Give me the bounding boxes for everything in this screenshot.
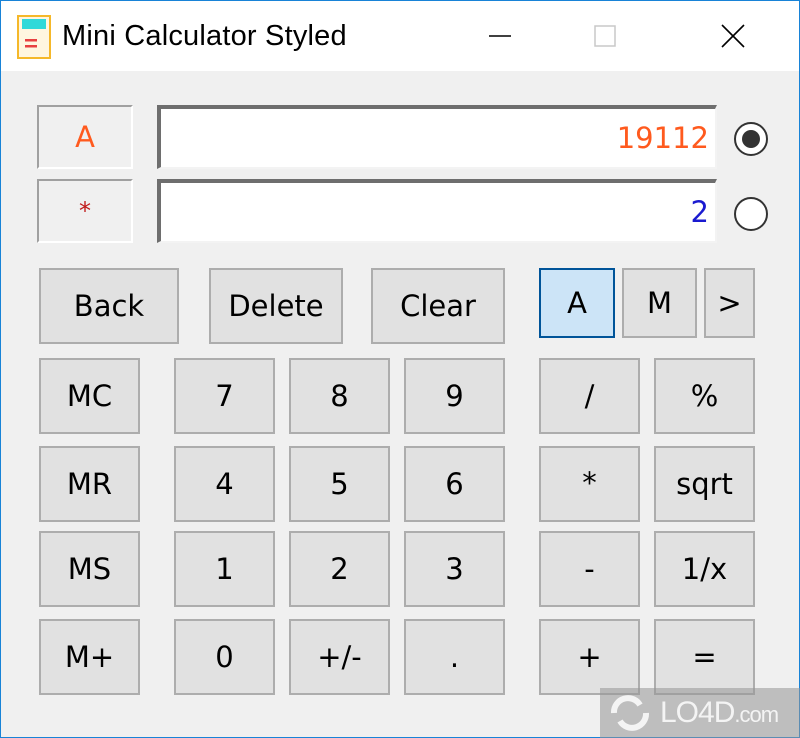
radio-selected-dot <box>742 130 760 148</box>
window-title: Mini Calculator Styled <box>62 20 347 52</box>
maximize-button[interactable] <box>545 1 665 71</box>
memory-store-button[interactable]: MS <box>39 531 140 607</box>
subtract-button[interactable]: - <box>539 531 640 607</box>
digit-2-button[interactable]: 2 <box>289 531 390 607</box>
digit-8-button[interactable]: 8 <box>289 358 390 434</box>
digit-7-button[interactable]: 7 <box>174 358 275 434</box>
register-b-radio[interactable] <box>734 197 768 231</box>
add-button[interactable]: + <box>539 619 640 695</box>
operator-label: * <box>37 179 133 243</box>
digit-6-button[interactable]: 6 <box>404 446 505 522</box>
decimal-button[interactable]: . <box>404 619 505 695</box>
minimize-icon <box>489 35 511 37</box>
digit-4-button[interactable]: 4 <box>174 446 275 522</box>
sqrt-button[interactable]: sqrt <box>654 446 755 522</box>
digit-1-button[interactable]: 1 <box>174 531 275 607</box>
digit-9-button[interactable]: 9 <box>404 358 505 434</box>
divide-button[interactable]: / <box>539 358 640 434</box>
delete-button[interactable]: Delete <box>209 268 343 344</box>
digit-0-button[interactable]: 0 <box>174 619 275 695</box>
watermark-logo-icon <box>611 695 649 731</box>
digit-5-button[interactable]: 5 <box>289 446 390 522</box>
memory-recall-button[interactable]: MR <box>39 446 140 522</box>
calculator-window: Mini Calculator Styled A * 19112 2 Back … <box>0 0 800 738</box>
title-bar[interactable]: Mini Calculator Styled <box>1 1 799 71</box>
memory-add-button[interactable]: M+ <box>39 619 140 695</box>
watermark: LO4D.com <box>600 688 800 738</box>
calculator-app-icon <box>17 15 51 59</box>
mode-m-button[interactable]: M <box>622 268 697 338</box>
mode-next-button[interactable]: > <box>704 268 755 338</box>
memory-clear-button[interactable]: MC <box>39 358 140 434</box>
reciprocal-button[interactable]: 1/x <box>654 531 755 607</box>
watermark-text: LO4D <box>660 696 735 729</box>
register-a-label: A <box>37 105 133 169</box>
register-b-field[interactable]: 2 <box>157 179 717 243</box>
percent-button[interactable]: % <box>654 358 755 434</box>
minimize-button[interactable] <box>441 1 561 71</box>
clear-button[interactable]: Clear <box>371 268 505 344</box>
maximize-icon <box>594 25 616 47</box>
negate-button[interactable]: +/- <box>289 619 390 695</box>
watermark-suffix: .com <box>734 702 779 727</box>
close-icon <box>721 24 745 48</box>
multiply-button[interactable]: * <box>539 446 640 522</box>
register-a-radio[interactable] <box>734 122 768 156</box>
close-button[interactable] <box>673 1 793 71</box>
digit-3-button[interactable]: 3 <box>404 531 505 607</box>
equals-button[interactable]: = <box>654 619 755 695</box>
register-a-field[interactable]: 19112 <box>157 105 717 169</box>
mode-a-button[interactable]: A <box>539 268 615 338</box>
back-button[interactable]: Back <box>39 268 179 344</box>
